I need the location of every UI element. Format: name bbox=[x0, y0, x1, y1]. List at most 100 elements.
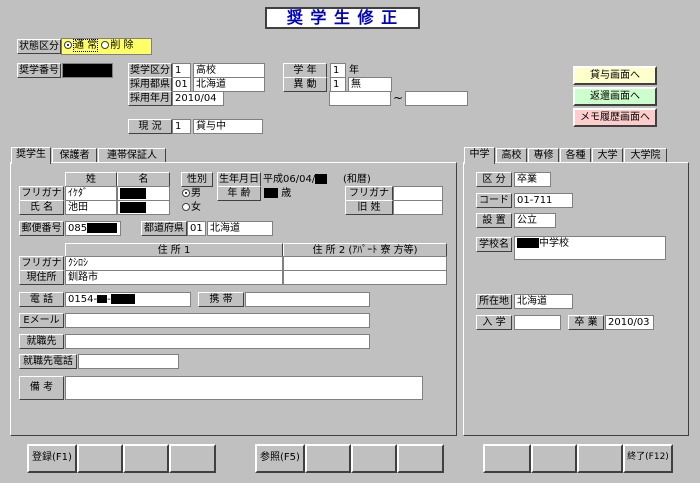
redacted-block bbox=[517, 238, 539, 248]
furigana-sei-field[interactable]: ｲｹﾀﾞ bbox=[65, 186, 117, 201]
f10-button[interactable] bbox=[531, 444, 577, 473]
period-tilde: ~ bbox=[393, 91, 404, 105]
school-code-field[interactable]: 01-711 bbox=[514, 193, 573, 208]
status-delete-radio[interactable]: 削 除 bbox=[101, 40, 134, 51]
work-label: 就職先 bbox=[19, 334, 64, 349]
tab-guarantor[interactable]: 連帯保証人 bbox=[98, 148, 166, 163]
f11-button[interactable] bbox=[577, 444, 623, 473]
school-kubun-field[interactable]: 卒業 bbox=[514, 172, 551, 187]
tab-guardian[interactable]: 保護者 bbox=[52, 148, 97, 163]
notes-field[interactable] bbox=[65, 376, 423, 400]
old-name-field[interactable] bbox=[393, 200, 443, 215]
birth-field[interactable]: 平成06/04/ bbox=[263, 173, 328, 186]
f3-button[interactable] bbox=[123, 444, 169, 473]
email-field[interactable] bbox=[65, 313, 370, 328]
redacted-block bbox=[315, 174, 328, 184]
status-radio-group: 通 常 削 除 bbox=[61, 38, 152, 55]
scholar-no-field[interactable] bbox=[62, 63, 113, 78]
age-label: 年 齢 bbox=[217, 186, 261, 201]
gender-female-label: 女 bbox=[191, 202, 201, 213]
gender-male-radio[interactable]: 男 bbox=[182, 187, 201, 200]
redacted-block bbox=[264, 188, 278, 198]
gender-female-radio[interactable]: 女 bbox=[182, 201, 201, 214]
pref-label: 採用都県 bbox=[128, 77, 172, 92]
school-grad-field[interactable]: 2010/03 bbox=[605, 315, 654, 330]
tab-vocational[interactable]: 専修 bbox=[528, 148, 559, 163]
tab-high-school[interactable]: 高校 bbox=[496, 148, 527, 163]
f4-button[interactable] bbox=[169, 444, 216, 473]
school-code-label: コード bbox=[476, 193, 512, 208]
ym-field[interactable]: 2010/04 bbox=[172, 91, 224, 106]
furigana2-field[interactable] bbox=[393, 186, 443, 201]
school-enter-field[interactable] bbox=[514, 315, 561, 330]
postal-field[interactable]: 085 bbox=[65, 221, 121, 236]
f2-button[interactable] bbox=[77, 444, 123, 473]
notes-label: 備 考 bbox=[19, 376, 64, 400]
mobile-field[interactable] bbox=[245, 292, 370, 307]
redacted-block bbox=[110, 294, 135, 304]
name-label: 氏 名 bbox=[19, 200, 64, 215]
grade-label: 学 年 bbox=[283, 63, 327, 78]
tab-grad-school[interactable]: 大学院 bbox=[624, 148, 667, 163]
phone-label: 電 話 bbox=[19, 292, 64, 307]
phone-field[interactable]: 0154- - bbox=[65, 292, 191, 307]
work-phone-label: 就職先電話 bbox=[19, 354, 77, 369]
birth-value: 平成06/04/ bbox=[263, 174, 316, 185]
school-name-value: 中学校 bbox=[539, 238, 569, 249]
work-field[interactable] bbox=[65, 334, 370, 349]
school-grad-label: 卒 業 bbox=[568, 315, 604, 330]
school-kubun-label: 区 分 bbox=[476, 172, 512, 187]
addr-furigana-field[interactable]: ｸｼﾛｼ bbox=[65, 256, 283, 271]
addr-pref-code-field[interactable]: 01 bbox=[187, 221, 206, 236]
school-loc-field: 北海道 bbox=[514, 294, 573, 309]
f9-button[interactable] bbox=[483, 444, 531, 473]
window-title: 奨 学 生 修 正 bbox=[265, 7, 420, 29]
grade-field[interactable]: 1 bbox=[330, 63, 346, 78]
reference-f5-button[interactable]: 参照(F5) bbox=[255, 444, 305, 473]
addr2-field[interactable] bbox=[283, 270, 447, 285]
work-phone-field[interactable] bbox=[78, 354, 179, 369]
gender-label: 性別 bbox=[181, 172, 213, 187]
mobile-label: 携 帯 bbox=[198, 292, 244, 307]
period-start-field[interactable] bbox=[329, 91, 391, 106]
grade-unit: 年 bbox=[349, 65, 359, 76]
tab-junior-high[interactable]: 中学 bbox=[464, 147, 495, 164]
state-code-field[interactable]: 1 bbox=[172, 119, 191, 134]
f8-button[interactable] bbox=[397, 444, 444, 473]
status-normal-label: 通 常 bbox=[73, 39, 99, 52]
quit-f12-button[interactable]: 終了(F12) bbox=[623, 444, 673, 473]
email-label: Eメール bbox=[19, 313, 64, 328]
phone-value: 0154- bbox=[68, 294, 98, 305]
tab-university[interactable]: 大学 bbox=[592, 148, 623, 163]
state-name-field: 貸与中 bbox=[193, 119, 263, 134]
period-end-field[interactable] bbox=[405, 91, 468, 106]
age-field[interactable]: 歳 bbox=[264, 187, 291, 200]
name-mei-field[interactable] bbox=[117, 200, 170, 215]
status-delete-label: 削 除 bbox=[110, 40, 134, 51]
tab-student[interactable]: 奨学生 bbox=[11, 147, 51, 164]
f6-button[interactable] bbox=[305, 444, 351, 473]
memo-history-button[interactable]: メモ履歴画面へ bbox=[573, 108, 657, 127]
pref-name-field: 北海道 bbox=[193, 77, 265, 92]
school-setup-label: 設 置 bbox=[476, 213, 512, 228]
school-name-label: 学校名 bbox=[476, 237, 512, 252]
loan-screen-button[interactable]: 貸与画面へ bbox=[573, 66, 657, 85]
pref-code-field[interactable]: 01 bbox=[172, 77, 191, 92]
repay-screen-button[interactable]: 返還画面へ bbox=[573, 87, 657, 106]
tab-misc[interactable]: 各種 bbox=[560, 148, 591, 163]
status-normal-radio[interactable]: 通 常 bbox=[64, 39, 99, 52]
change-code-field[interactable]: 1 bbox=[330, 77, 346, 92]
kubun-code-field[interactable]: 1 bbox=[172, 63, 191, 78]
age-unit: 歳 bbox=[281, 188, 292, 199]
addr2-furigana-field[interactable] bbox=[283, 256, 447, 271]
name-sei-field[interactable]: 池田 bbox=[65, 200, 117, 215]
f7-button[interactable] bbox=[351, 444, 397, 473]
scholar-no-label: 奨学番号 bbox=[17, 63, 61, 78]
school-enter-label: 入 学 bbox=[476, 315, 512, 330]
furigana2-label: フリガナ bbox=[345, 186, 393, 201]
addr-field[interactable]: 釧路市 bbox=[65, 270, 283, 285]
gender-male-label: 男 bbox=[191, 188, 201, 199]
ym-label: 採用年月 bbox=[128, 91, 172, 106]
register-f1-button[interactable]: 登録(F1) bbox=[27, 444, 77, 473]
furigana-mei-field[interactable] bbox=[117, 186, 170, 201]
